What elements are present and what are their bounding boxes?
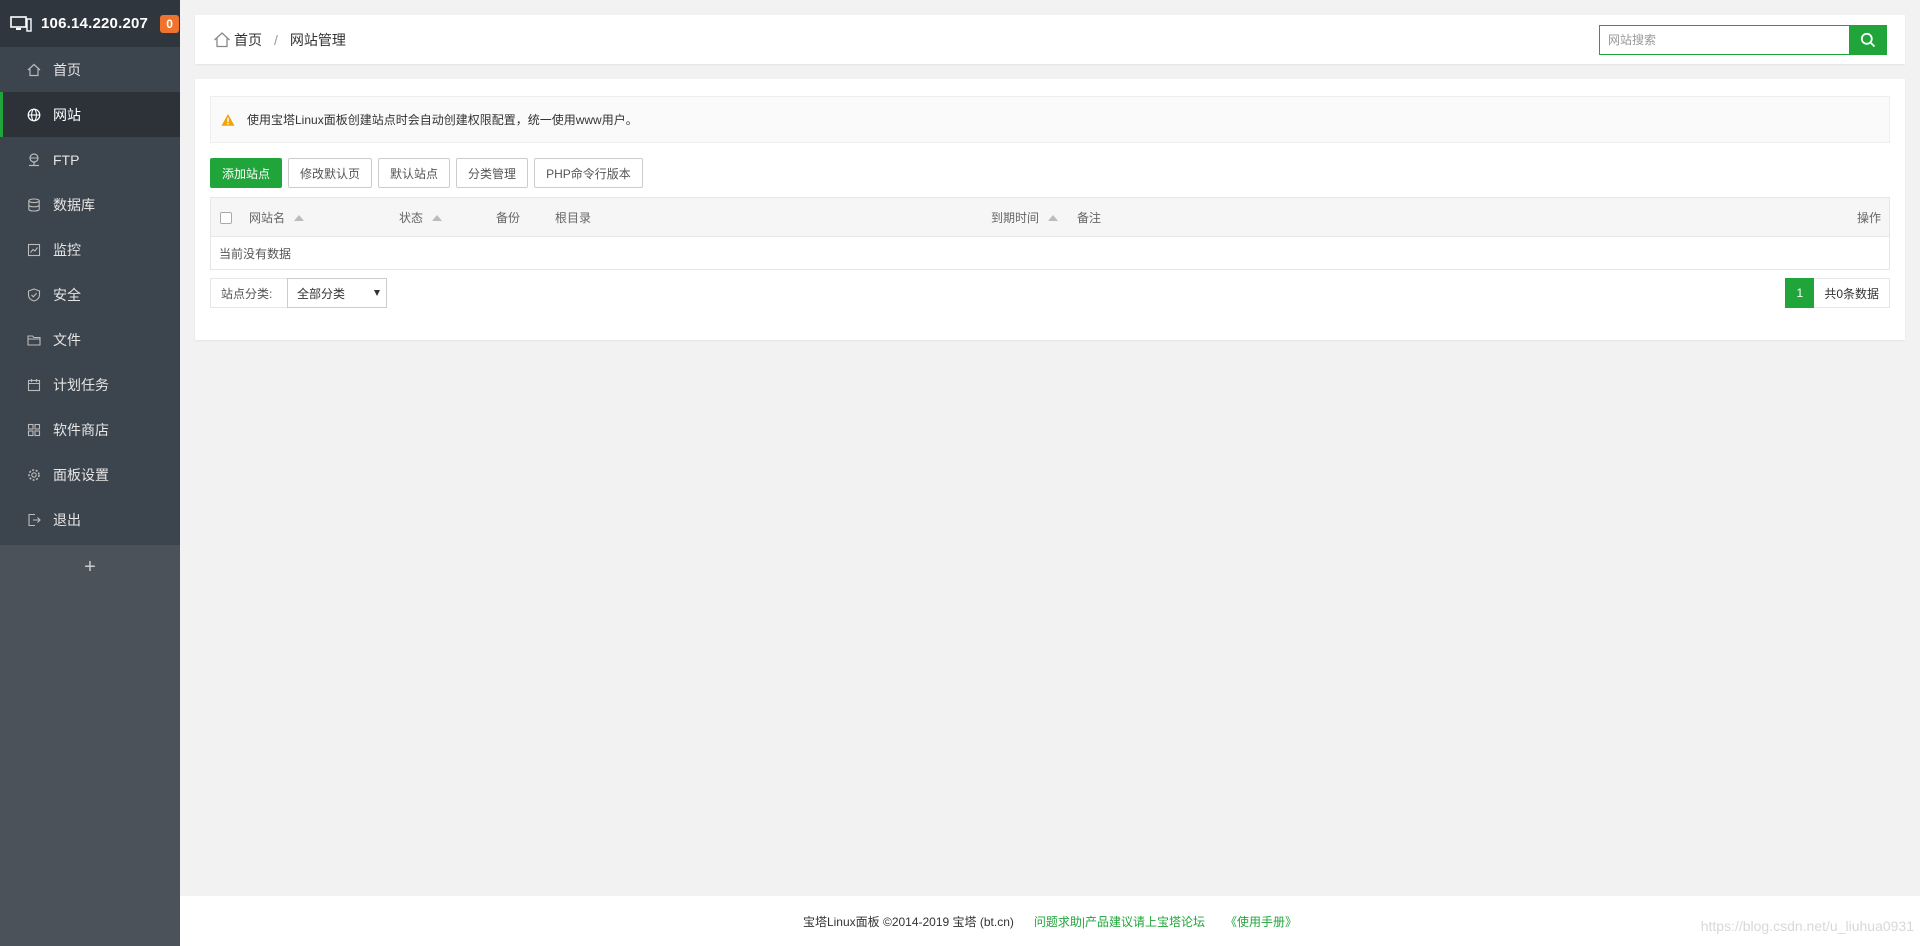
modify-default-page-button[interactable]: 修改默认页: [288, 158, 373, 188]
sidebar-item-settings[interactable]: 面板设置: [0, 452, 180, 497]
home-icon: [27, 63, 41, 76]
sidebar-item-cron[interactable]: 计划任务: [0, 362, 180, 407]
toolbar: 添加站点 修改默认页 默认站点 分类管理 PHP命令行版本: [210, 158, 649, 188]
page-footer: 宝塔Linux面板 ©2014-2019 宝塔 (bt.cn) 问题求助|产品建…: [180, 896, 1920, 946]
search-input[interactable]: [1599, 25, 1849, 55]
sidebar-item-label: FTP: [53, 151, 80, 168]
main-content: 首页 / 网站管理 使用宝塔Linux面板创建站点时会自动创建权限配置，统一使用…: [180, 0, 1920, 946]
sort-asc-icon: [294, 214, 305, 221]
forum-link[interactable]: 问题求助|产品建议请上宝塔论坛: [1034, 913, 1205, 930]
category-filter-label: 站点分类:: [210, 278, 287, 308]
home-icon: [214, 31, 230, 47]
breadcrumb-separator: /: [274, 31, 278, 48]
search-button[interactable]: [1849, 25, 1887, 55]
sidebar-item-label: 软件商店: [53, 421, 109, 438]
pagination: 1 共0条数据: [1785, 278, 1890, 308]
col-remark: 备注: [1077, 198, 1101, 237]
sidebar-add-button[interactable]: +: [0, 545, 180, 590]
sidebar-item-logout[interactable]: 退出: [0, 497, 180, 542]
sidebar-item-files[interactable]: 文件: [0, 317, 180, 362]
sidebar-item-label: 网站: [53, 106, 81, 123]
sidebar-item-label: 文件: [53, 331, 81, 348]
shield-icon: [27, 287, 41, 302]
folder-icon: [27, 334, 41, 346]
col-expire[interactable]: 到期时间: [991, 198, 1059, 237]
logout-icon: [28, 513, 41, 526]
warning-icon: [221, 113, 235, 126]
col-remark-label: 备注: [1077, 211, 1102, 225]
select-all-checkbox[interactable]: [220, 211, 232, 224]
sidebar-item-ftp[interactable]: FTP: [0, 137, 180, 182]
sidebar-header: 106.14.220.207 0: [0, 0, 180, 47]
sidebar-lower-area: [0, 545, 180, 946]
sort-asc-icon: [432, 214, 443, 221]
topbar: 首页 / 网站管理: [195, 15, 1905, 64]
ftp-icon: [29, 152, 39, 166]
sidebar-item-label: 首页: [53, 61, 81, 78]
search-box: [1599, 25, 1887, 55]
col-status-label: 状态: [399, 211, 424, 225]
select-all-checkbox-cell: [220, 198, 232, 237]
notification-badge[interactable]: 0: [160, 14, 180, 33]
col-backup-label: 备份: [496, 211, 521, 225]
calendar-icon: [27, 378, 41, 391]
add-site-button[interactable]: 添加站点: [210, 158, 283, 188]
col-actions-label: 操作: [1856, 211, 1881, 225]
breadcrumb: 首页 / 网站管理: [213, 30, 346, 50]
breadcrumb-current: 网站管理: [289, 31, 346, 48]
site-panel: 使用宝塔Linux面板创建站点时会自动创建权限配置，统一使用www用户。 添加站…: [195, 79, 1905, 340]
notice-text: 使用宝塔Linux面板创建站点时会自动创建权限配置，统一使用www用户。: [247, 113, 638, 127]
monitor-icon: [10, 15, 32, 32]
server-ip: 106.14.220.207: [41, 15, 149, 32]
category-select[interactable]: 全部分类: [287, 278, 387, 308]
sidebar-item-label: 数据库: [53, 196, 95, 213]
watermark-text: https://blog.csdn.net/u_liuhua0931: [1700, 918, 1914, 934]
globe-icon: [27, 108, 41, 121]
sidebar-item-label: 安全: [53, 286, 81, 303]
sidebar-item-store[interactable]: 软件商店: [0, 407, 180, 452]
default-site-button[interactable]: 默认站点: [378, 158, 451, 188]
copyright-text: 宝塔Linux面板 ©2014-2019 宝塔 (bt.cn): [802, 914, 1014, 929]
database-icon: [28, 197, 40, 212]
manual-link[interactable]: 《使用手册》: [1225, 913, 1297, 930]
gear-icon: [28, 468, 40, 481]
col-status[interactable]: 状态: [399, 198, 443, 237]
sidebar-item-monitor[interactable]: 监控: [0, 227, 180, 272]
col-site-name-label: 网站名: [249, 211, 286, 225]
site-table: 网站名 状态 备份 根目录 到期时间 备注 操作 当前没有数据: [210, 197, 1890, 270]
sidebar-item-security[interactable]: 安全: [0, 272, 180, 317]
sidebar: 106.14.220.207 0 首页 网站 FTP 数据库 监控 安全 文件 …: [0, 0, 180, 946]
col-expire-label: 到期时间: [991, 211, 1040, 225]
category-manage-button[interactable]: 分类管理: [456, 158, 529, 188]
sidebar-item-label: 计划任务: [53, 376, 109, 393]
col-site-name[interactable]: 网站名: [249, 198, 305, 237]
sidebar-item-label: 监控: [53, 241, 81, 258]
sidebar-item-database[interactable]: 数据库: [0, 182, 180, 227]
search-icon: [1860, 32, 1876, 48]
sidebar-item-website[interactable]: 网站: [0, 92, 180, 137]
php-cli-version-button[interactable]: PHP命令行版本: [534, 158, 643, 188]
sidebar-item-home[interactable]: 首页: [0, 47, 180, 92]
table-footer: 站点分类: 全部分类 1 共0条数据: [210, 278, 1890, 308]
page-number-current[interactable]: 1: [1785, 278, 1815, 308]
col-actions: 操作: [1857, 198, 1881, 237]
notice-bar: 使用宝塔Linux面板创建站点时会自动创建权限配置，统一使用www用户。: [210, 96, 1890, 143]
col-backup: 备份: [496, 198, 520, 237]
table-header: 网站名 状态 备份 根目录 到期时间 备注 操作: [211, 198, 1889, 237]
sidebar-item-label: 退出: [53, 511, 81, 528]
sidebar-item-label: 面板设置: [53, 466, 109, 483]
sort-asc-icon: [1048, 214, 1059, 221]
page-total-count: 共0条数据: [1814, 278, 1890, 308]
col-root-dir: 根目录: [555, 198, 591, 237]
category-select-value: 全部分类: [297, 286, 346, 301]
monitor-chart-icon: [27, 243, 41, 256]
col-root-dir-label: 根目录: [555, 211, 592, 225]
breadcrumb-home[interactable]: 首页: [234, 30, 262, 50]
sidebar-menu: 首页 网站 FTP 数据库 监控 安全 文件 计划任务 软件商店 面板设置 退出: [0, 47, 180, 542]
table-empty-row: 当前没有数据: [211, 237, 1889, 269]
chevron-down-icon: [374, 290, 380, 296]
grid-icon: [27, 423, 41, 436]
